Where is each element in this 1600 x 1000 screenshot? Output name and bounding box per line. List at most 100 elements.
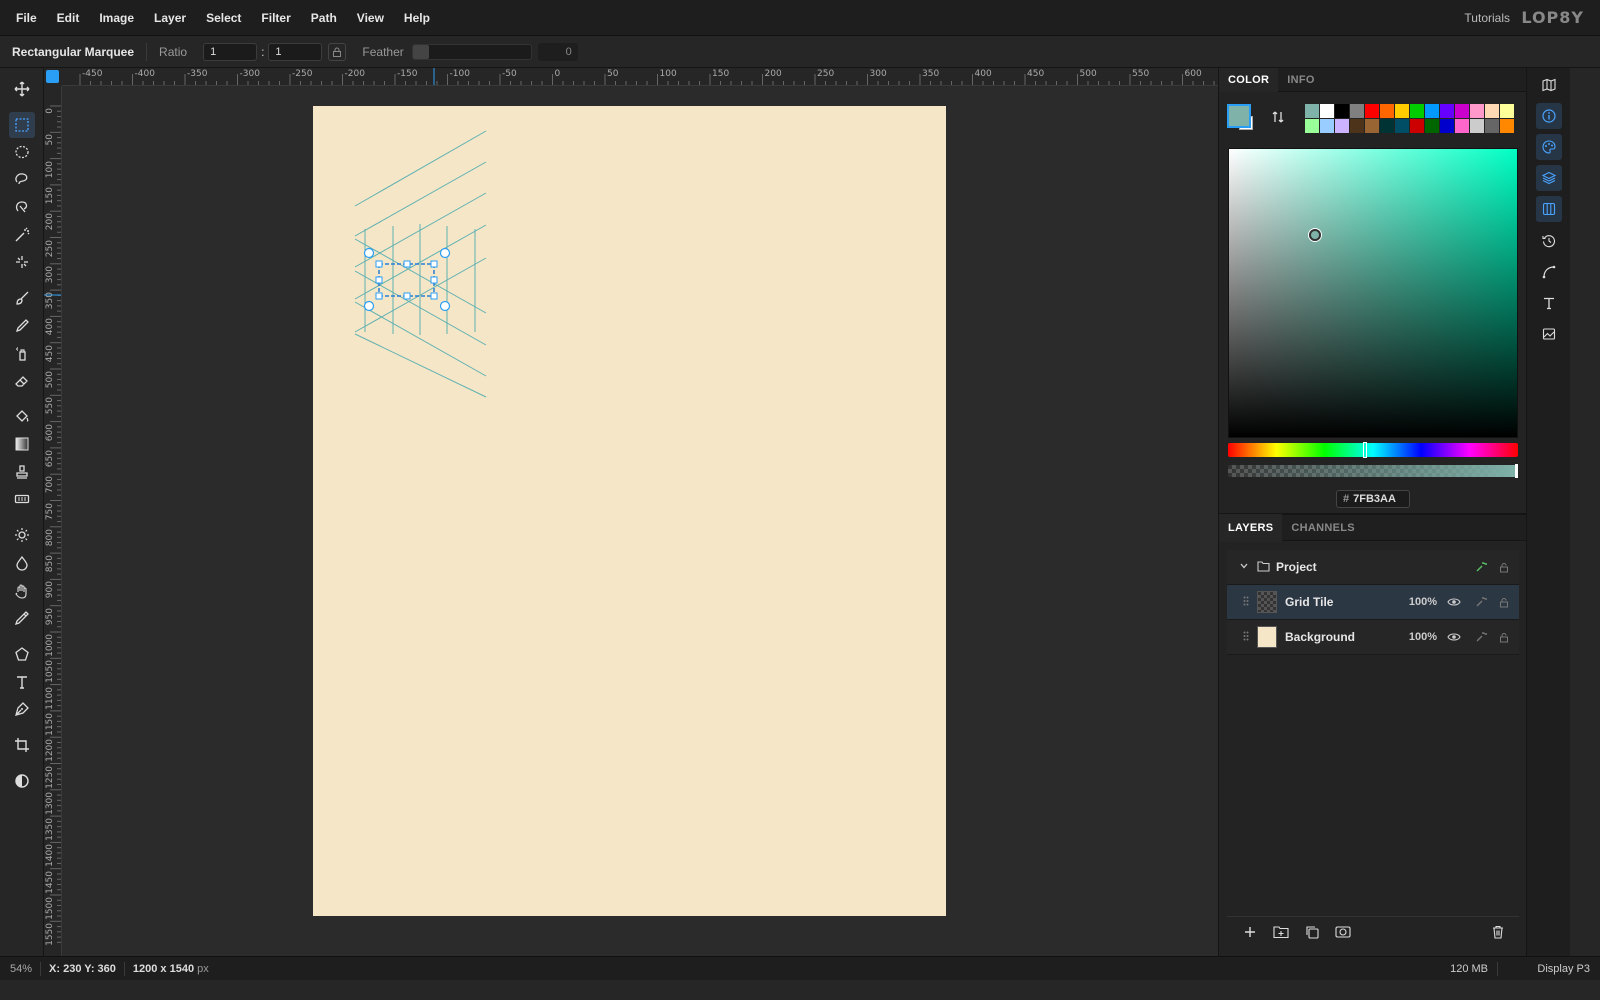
ruler-origin-toggle[interactable] [46,70,59,83]
selection-transform-handles[interactable] [363,247,451,312]
color-picker-marker[interactable] [1309,229,1321,241]
layer-lock-icon[interactable] [1499,597,1509,608]
palette-swatch[interactable] [1320,104,1334,118]
drag-handle-icon[interactable] [1243,630,1251,644]
palette-swatch[interactable] [1395,104,1409,118]
palette-swatch[interactable] [1380,119,1394,133]
hue-slider-handle[interactable] [1363,442,1367,458]
panel-info-button[interactable] [1536,103,1562,129]
palette-swatch[interactable] [1350,104,1364,118]
ratio-height-input[interactable] [268,42,323,61]
panel-color-button[interactable] [1536,134,1562,160]
swap-colors-button[interactable] [1271,110,1285,127]
canvas-area[interactable] [62,86,1218,956]
clone-stamp-tool[interactable] [9,459,35,485]
quick-select-tool[interactable] [9,249,35,275]
vertical-ruler[interactable]: 0 50 100 150 200 250 300 350 400 450 500 550 600 650 7… [44,86,62,956]
layer-effects-icon[interactable] [1475,596,1487,608]
duplicate-layer-button[interactable] [1305,925,1319,942]
alpha-slider[interactable] [1228,464,1518,478]
panel-adjustments-button[interactable] [1536,321,1562,347]
menu-file[interactable]: File [6,11,47,25]
menu-help[interactable]: Help [394,11,440,25]
menu-select[interactable]: Select [196,11,251,25]
alpha-slider-handle[interactable] [1515,464,1518,478]
layer-effects-icon[interactable] [1475,561,1487,573]
layer-group-project[interactable]: Project [1227,550,1519,585]
palette-swatch[interactable] [1410,104,1424,118]
add-group-button[interactable] [1273,925,1289,942]
feather-value[interactable]: 0 [537,42,578,61]
magic-wand-tool[interactable] [9,222,35,248]
eye-icon[interactable] [1447,632,1461,642]
palette-swatch[interactable] [1500,119,1514,133]
hex-color-input[interactable]: #7FB3AA [1336,490,1410,508]
magnetic-lasso-tool[interactable] [9,194,35,220]
palette-swatch[interactable] [1380,104,1394,118]
palette-swatch[interactable] [1455,104,1469,118]
drag-handle-icon[interactable] [1243,595,1251,609]
eraser-tool[interactable] [9,368,35,394]
feather-slider[interactable] [411,43,532,60]
hex-value[interactable]: 7FB3AA [1353,493,1396,505]
feather-slider-knob[interactable] [412,44,429,59]
layer-effects-icon[interactable] [1475,631,1487,643]
menu-path[interactable]: Path [301,11,347,25]
shape-tool[interactable] [9,641,35,667]
hand-tool[interactable] [9,578,35,604]
tab-layers[interactable]: LAYERS [1219,513,1283,542]
delete-layer-button[interactable] [1491,925,1505,942]
palette-swatch[interactable] [1365,119,1379,133]
palette-swatch[interactable] [1440,104,1454,118]
palette-swatch[interactable] [1395,119,1409,133]
gradient-tool[interactable] [9,431,35,457]
tutorials-link[interactable]: Tutorials [1464,11,1510,25]
move-tool[interactable] [9,76,35,102]
horizontal-ruler[interactable]: -450 -400 -350 -300 -250 -200 -150 -100 -50 0 50 10… [62,68,1218,86]
panel-navigator-button[interactable] [1536,72,1562,98]
spray-tool[interactable] [9,341,35,367]
layer-name[interactable]: Grid Tile [1285,595,1333,609]
brush-tool[interactable] [9,285,35,311]
layer-row-grid-tile[interactable]: Grid Tile 100% [1227,585,1519,620]
menu-image[interactable]: Image [89,11,144,25]
tab-channels[interactable]: CHANNELS [1282,514,1364,542]
palette-swatch[interactable] [1305,119,1319,133]
eyedropper-tool[interactable] [9,605,35,631]
color-profile[interactable]: Display P3 [1537,963,1590,975]
dodge-tool[interactable] [9,522,35,548]
layer-opacity[interactable]: 100% [1409,631,1437,643]
pen-tool[interactable] [9,696,35,722]
patch-tool[interactable] [9,486,35,512]
elliptical-marquee-tool[interactable] [9,139,35,165]
menu-filter[interactable]: Filter [251,11,300,25]
palette-swatch[interactable] [1425,104,1439,118]
palette-swatch[interactable] [1425,119,1439,133]
layer-lock-icon[interactable] [1499,562,1509,573]
text-tool[interactable] [9,669,35,695]
saturation-value-picker[interactable] [1228,148,1518,438]
rectangular-marquee-tool[interactable] [9,112,35,138]
tab-info[interactable]: INFO [1278,68,1323,92]
pencil-tool[interactable] [9,313,35,339]
hue-slider[interactable] [1228,442,1518,458]
layer-mask-button[interactable] [1335,925,1351,942]
menu-layer[interactable]: Layer [144,11,196,25]
foreground-color-swatch[interactable] [1227,104,1251,128]
zoom-level[interactable]: 54% [10,963,32,975]
ratio-lock-button[interactable] [328,42,347,61]
menu-view[interactable]: View [347,11,394,25]
panel-character-button[interactable] [1536,290,1562,316]
mask-mode-tool[interactable] [9,768,35,794]
palette-swatch[interactable] [1365,104,1379,118]
palette-swatch[interactable] [1320,119,1334,133]
panel-layers-button[interactable] [1536,165,1562,191]
palette-swatch[interactable] [1440,119,1454,133]
add-layer-button[interactable] [1243,925,1257,942]
layer-name[interactable]: Background [1285,630,1355,644]
tab-color[interactable]: COLOR [1219,67,1279,92]
document-canvas[interactable] [313,106,946,916]
panel-channels-button[interactable] [1536,196,1562,222]
ratio-width-input[interactable] [203,42,258,61]
eye-icon[interactable] [1447,597,1461,607]
